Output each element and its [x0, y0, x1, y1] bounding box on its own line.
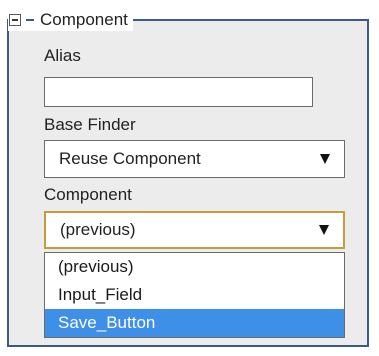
- alias-input[interactable]: [44, 77, 313, 107]
- base-finder-select[interactable]: Reuse Component: [44, 140, 345, 178]
- caret-down-icon: [319, 225, 329, 235]
- component-select[interactable]: (previous): [44, 211, 345, 249]
- dropdown-option-input-field[interactable]: Input_Field: [45, 281, 344, 309]
- caret-down-icon: [320, 154, 330, 164]
- component-dropdown-list: (previous) Input_Field Save_Button: [44, 252, 345, 338]
- component-selected-value: (previous): [60, 220, 136, 239]
- base-finder-selected-value: Reuse Component: [59, 149, 201, 168]
- dropdown-option-previous[interactable]: (previous): [45, 253, 344, 281]
- base-finder-label: Base Finder: [44, 115, 136, 134]
- group-legend: Component: [8, 9, 133, 31]
- dropdown-option-save-button[interactable]: Save_Button: [45, 309, 344, 337]
- component-panel: Component Alias Base Finder Reuse Compon…: [0, 0, 379, 356]
- minus-box-icon[interactable]: [9, 14, 21, 26]
- alias-label: Alias: [44, 46, 81, 65]
- component-label: Component: [44, 185, 132, 204]
- group-title: Component: [40, 10, 128, 29]
- legend-connector: [26, 19, 34, 21]
